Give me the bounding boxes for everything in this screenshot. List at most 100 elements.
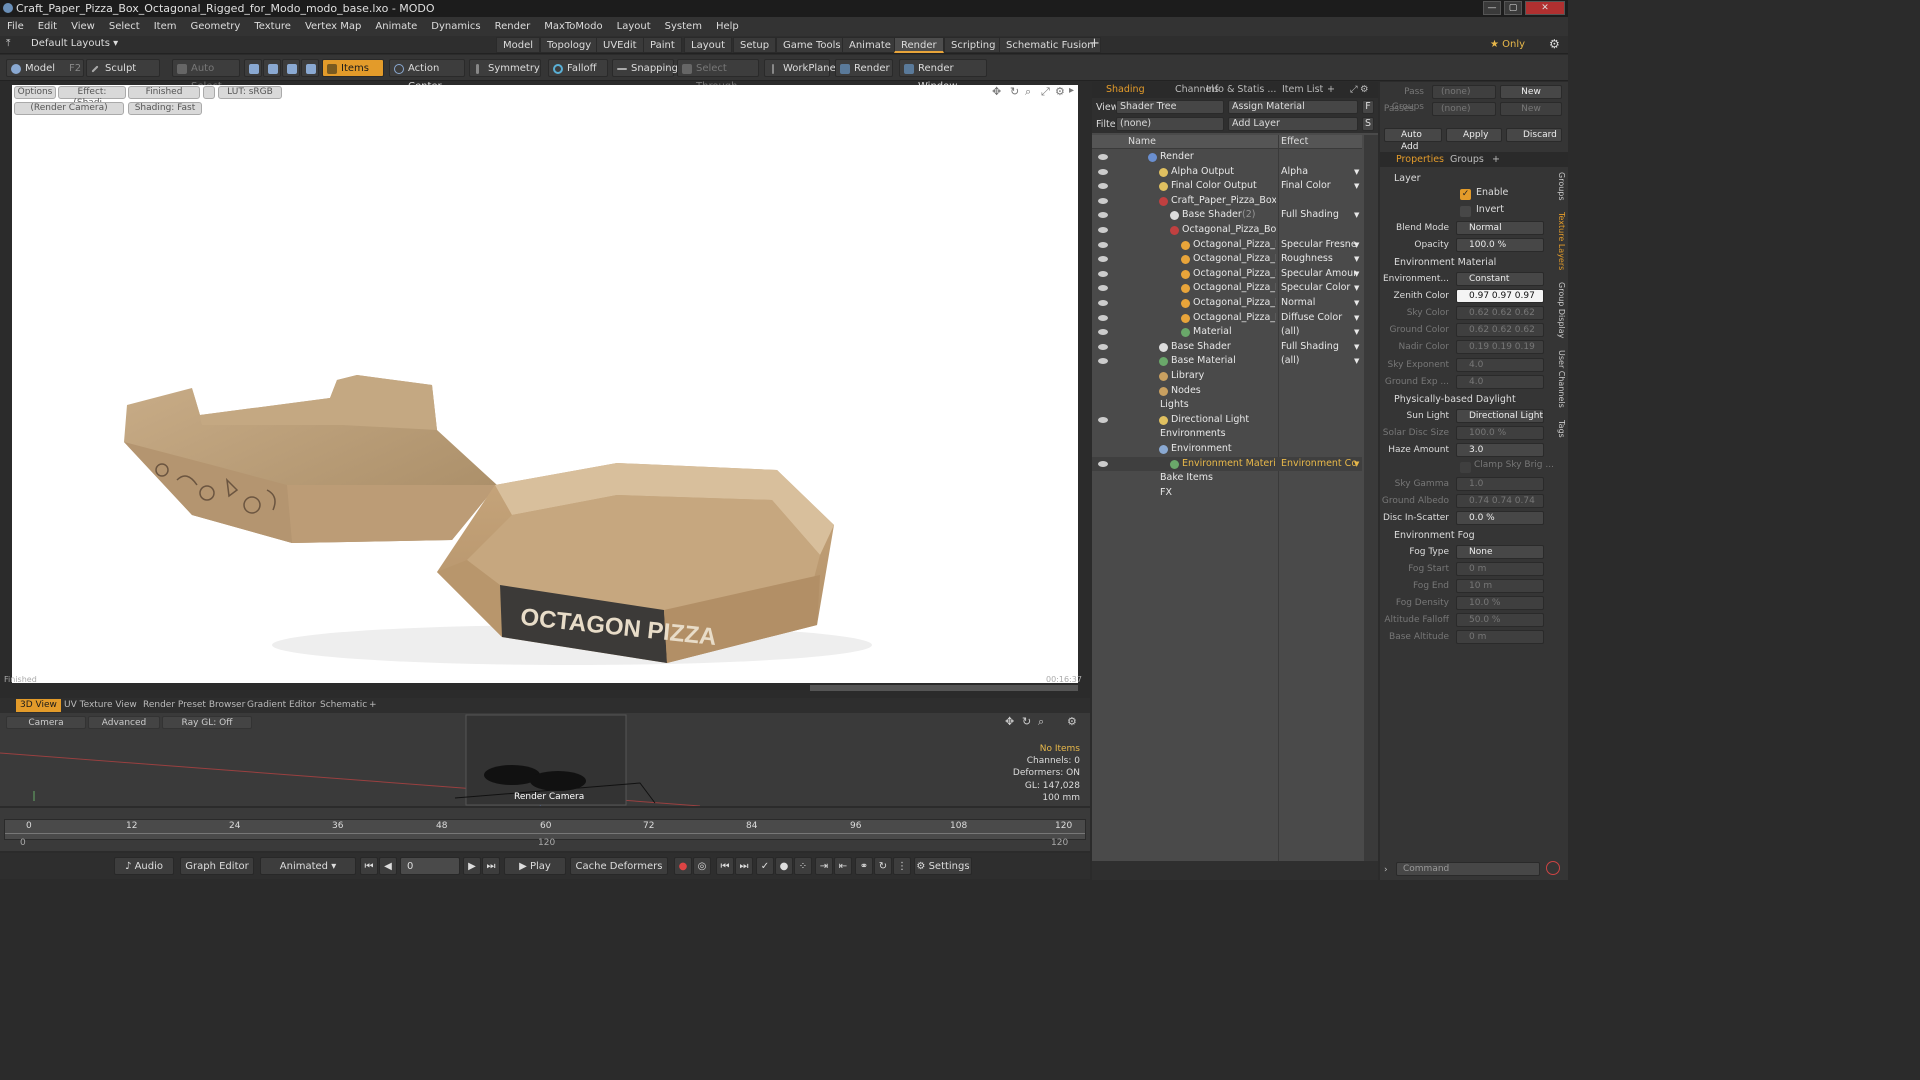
tree-row-effect[interactable]: Specular Color	[1281, 281, 1356, 296]
fog-density-field[interactable]: 10.0 %	[1456, 596, 1544, 610]
tab-paint[interactable]: Paint	[643, 37, 682, 53]
menu-geometry[interactable]: Geometry	[183, 17, 247, 36]
menu-view[interactable]: View	[64, 17, 102, 36]
assign-material-button[interactable]: Assign Material	[1228, 100, 1358, 114]
ground-color-field[interactable]: 0.62 0.62 0.62	[1456, 323, 1544, 337]
tree-row[interactable]: Lights	[1092, 398, 1362, 413]
sky-exponent-field[interactable]: 4.0	[1456, 358, 1544, 372]
tree-row-effect[interactable]: (all)	[1281, 354, 1356, 369]
tab-render-preset-browser[interactable]: Render Preset Browser	[139, 699, 249, 712]
select-through-button[interactable]: Select Through	[677, 59, 759, 92]
nadir-color-field[interactable]: 0.19 0.19 0.19	[1456, 340, 1544, 354]
apply-button[interactable]: Apply	[1446, 128, 1502, 142]
auto-select-button[interactable]: Auto Select	[172, 59, 240, 92]
tab-setup[interactable]: Setup	[733, 37, 777, 53]
view-settings-icon[interactable]: ⚙	[1067, 715, 1077, 728]
add-layer-dropdown[interactable]: Add Layer	[1228, 117, 1358, 131]
sun-light-dropdown[interactable]: Directional Light	[1456, 409, 1544, 423]
zoom-view-icon[interactable]: ⌕	[1038, 715, 1044, 729]
menu-render[interactable]: Render	[488, 17, 538, 36]
effect-dropdown-arrow-icon[interactable]: ▼	[1354, 165, 1359, 180]
snapping-button[interactable]: Snapping	[612, 59, 678, 77]
key-range-end-icon[interactable]: ⇤	[834, 857, 852, 875]
horizontal-scrollbar[interactable]	[810, 685, 1078, 691]
render-button[interactable]: Render	[835, 59, 893, 77]
menu-select[interactable]: Select	[102, 17, 147, 36]
effect-dropdown-arrow-icon[interactable]: ▼	[1354, 296, 1359, 311]
layout-up-icon[interactable]: ⤒	[6, 38, 10, 49]
stop-icon[interactable]	[1546, 861, 1560, 875]
enable-checkbox[interactable]: ✓	[1460, 189, 1471, 200]
tree-row-effect[interactable]: Alpha	[1281, 165, 1356, 180]
tree-row-effect[interactable]: Full Shading	[1281, 340, 1356, 355]
tree-scrollbar[interactable]	[1364, 135, 1378, 861]
tree-row-effect[interactable]: Full Shading	[1281, 208, 1356, 223]
effect-dropdown-arrow-icon[interactable]: ▼	[1354, 238, 1359, 253]
environment-material-section[interactable]: Environment Material	[1384, 255, 1544, 270]
tab-topology[interactable]: Topology	[540, 37, 599, 53]
render-viewport[interactable]: Options Effect: (Shadi... Finished LUT: …	[12, 85, 1078, 683]
effect-dropdown-arrow-icon[interactable]: ▼	[1354, 325, 1359, 340]
fog-start-field[interactable]: 0 m	[1456, 562, 1544, 576]
tree-row[interactable]: Material (all) ▼	[1092, 325, 1362, 340]
tree-row-effect[interactable]: Roughness	[1281, 252, 1356, 267]
pass-groups-dropdown[interactable]: (none)	[1432, 85, 1496, 99]
auto-key-icon[interactable]: ◎	[693, 857, 711, 875]
effect-dropdown-arrow-icon[interactable]: ▼	[1354, 267, 1359, 282]
visibility-eye-icon[interactable]	[1098, 227, 1108, 233]
zenith-color-field[interactable]: 0.97 0.97 0.97	[1456, 289, 1544, 303]
visibility-eye-icon[interactable]	[1098, 212, 1108, 219]
tree-row-effect[interactable]: (all)	[1281, 325, 1356, 340]
graph-editor-button[interactable]: Graph Editor	[180, 857, 254, 875]
key-icon[interactable]: ✓	[756, 857, 774, 875]
clamp-sky-checkbox[interactable]	[1460, 462, 1471, 473]
add-tab-button[interactable]: +	[1089, 36, 1100, 51]
tree-row[interactable]: Octagonal_Pizza_Box_... Specular Color▼	[1092, 281, 1362, 296]
visibility-eye-icon[interactable]	[1098, 270, 1108, 277]
altitude-falloff-field[interactable]: 50.0 %	[1456, 613, 1544, 627]
tree-row[interactable]: Base Material (all) ▼	[1092, 354, 1362, 369]
last-frame-button[interactable]: ⏭	[482, 857, 500, 875]
passes-dropdown[interactable]: (none)	[1432, 102, 1496, 116]
maximize-button[interactable]: ▢	[1504, 1, 1522, 15]
fog-end-field[interactable]: 10 m	[1456, 579, 1544, 593]
effect-dropdown-arrow-icon[interactable]: ▼	[1354, 208, 1359, 223]
visibility-eye-icon[interactable]	[1098, 241, 1108, 248]
side-tab-group-display[interactable]: Group Display	[1554, 282, 1566, 338]
menu-help[interactable]: Help	[709, 17, 746, 36]
tab-scripting[interactable]: Scripting	[944, 37, 1003, 53]
next-frame-button[interactable]: ▶	[463, 857, 481, 875]
tab-groups[interactable]: Groups	[1446, 153, 1488, 167]
tree-row[interactable]: Final Color Output Final Color ▼	[1092, 179, 1362, 194]
effect-dropdown-arrow-icon[interactable]: ▼	[1354, 311, 1359, 326]
tree-row[interactable]: Render	[1092, 150, 1362, 165]
play-button[interactable]: ▶ Play	[504, 857, 566, 875]
tab-properties[interactable]: Properties	[1392, 153, 1448, 167]
link-icon[interactable]: ⚭	[855, 857, 873, 875]
tree-row-effect[interactable]: Normal	[1281, 296, 1356, 311]
tree-row[interactable]: Craft_Paper_Pizza_Box_Oc...	[1092, 194, 1362, 209]
menu-vertex-map[interactable]: Vertex Map	[298, 17, 368, 36]
tree-row[interactable]: Base Shader Full Shading ▼	[1092, 340, 1362, 355]
materials-mode-icon[interactable]	[301, 59, 319, 77]
filter-dropdown[interactable]: (none)	[1116, 117, 1224, 131]
opacity-field[interactable]: 100.0 %	[1456, 238, 1544, 252]
tree-row[interactable]: Octagonal_Pizza_Box_... Specular Amount▼	[1092, 267, 1362, 282]
gear-icon[interactable]: ⚙	[1549, 37, 1560, 51]
prev-frame-button[interactable]: ◀	[379, 857, 397, 875]
sky-color-field[interactable]: 0.62 0.62 0.62	[1456, 306, 1544, 320]
panel-settings-icon[interactable]: ⚙	[1356, 83, 1373, 97]
add-bottom-tab-button[interactable]: +	[365, 699, 381, 712]
menu-texture[interactable]: Texture	[247, 17, 298, 36]
add-properties-tab-button[interactable]: +	[1488, 153, 1504, 167]
visibility-eye-icon[interactable]	[1098, 183, 1108, 190]
menu-item[interactable]: Item	[147, 17, 184, 36]
visibility-eye-icon[interactable]	[1098, 285, 1108, 292]
polygons-mode-icon[interactable]	[282, 59, 300, 77]
visibility-eye-icon[interactable]	[1098, 314, 1108, 321]
menu-maxtomodo[interactable]: MaxToModo	[537, 17, 609, 36]
tree-row[interactable]: FX	[1092, 486, 1362, 501]
add-panel-tab-button[interactable]: +	[1323, 83, 1339, 97]
menu-animate[interactable]: Animate	[368, 17, 424, 36]
items-mode-button[interactable]: Items	[322, 59, 384, 77]
